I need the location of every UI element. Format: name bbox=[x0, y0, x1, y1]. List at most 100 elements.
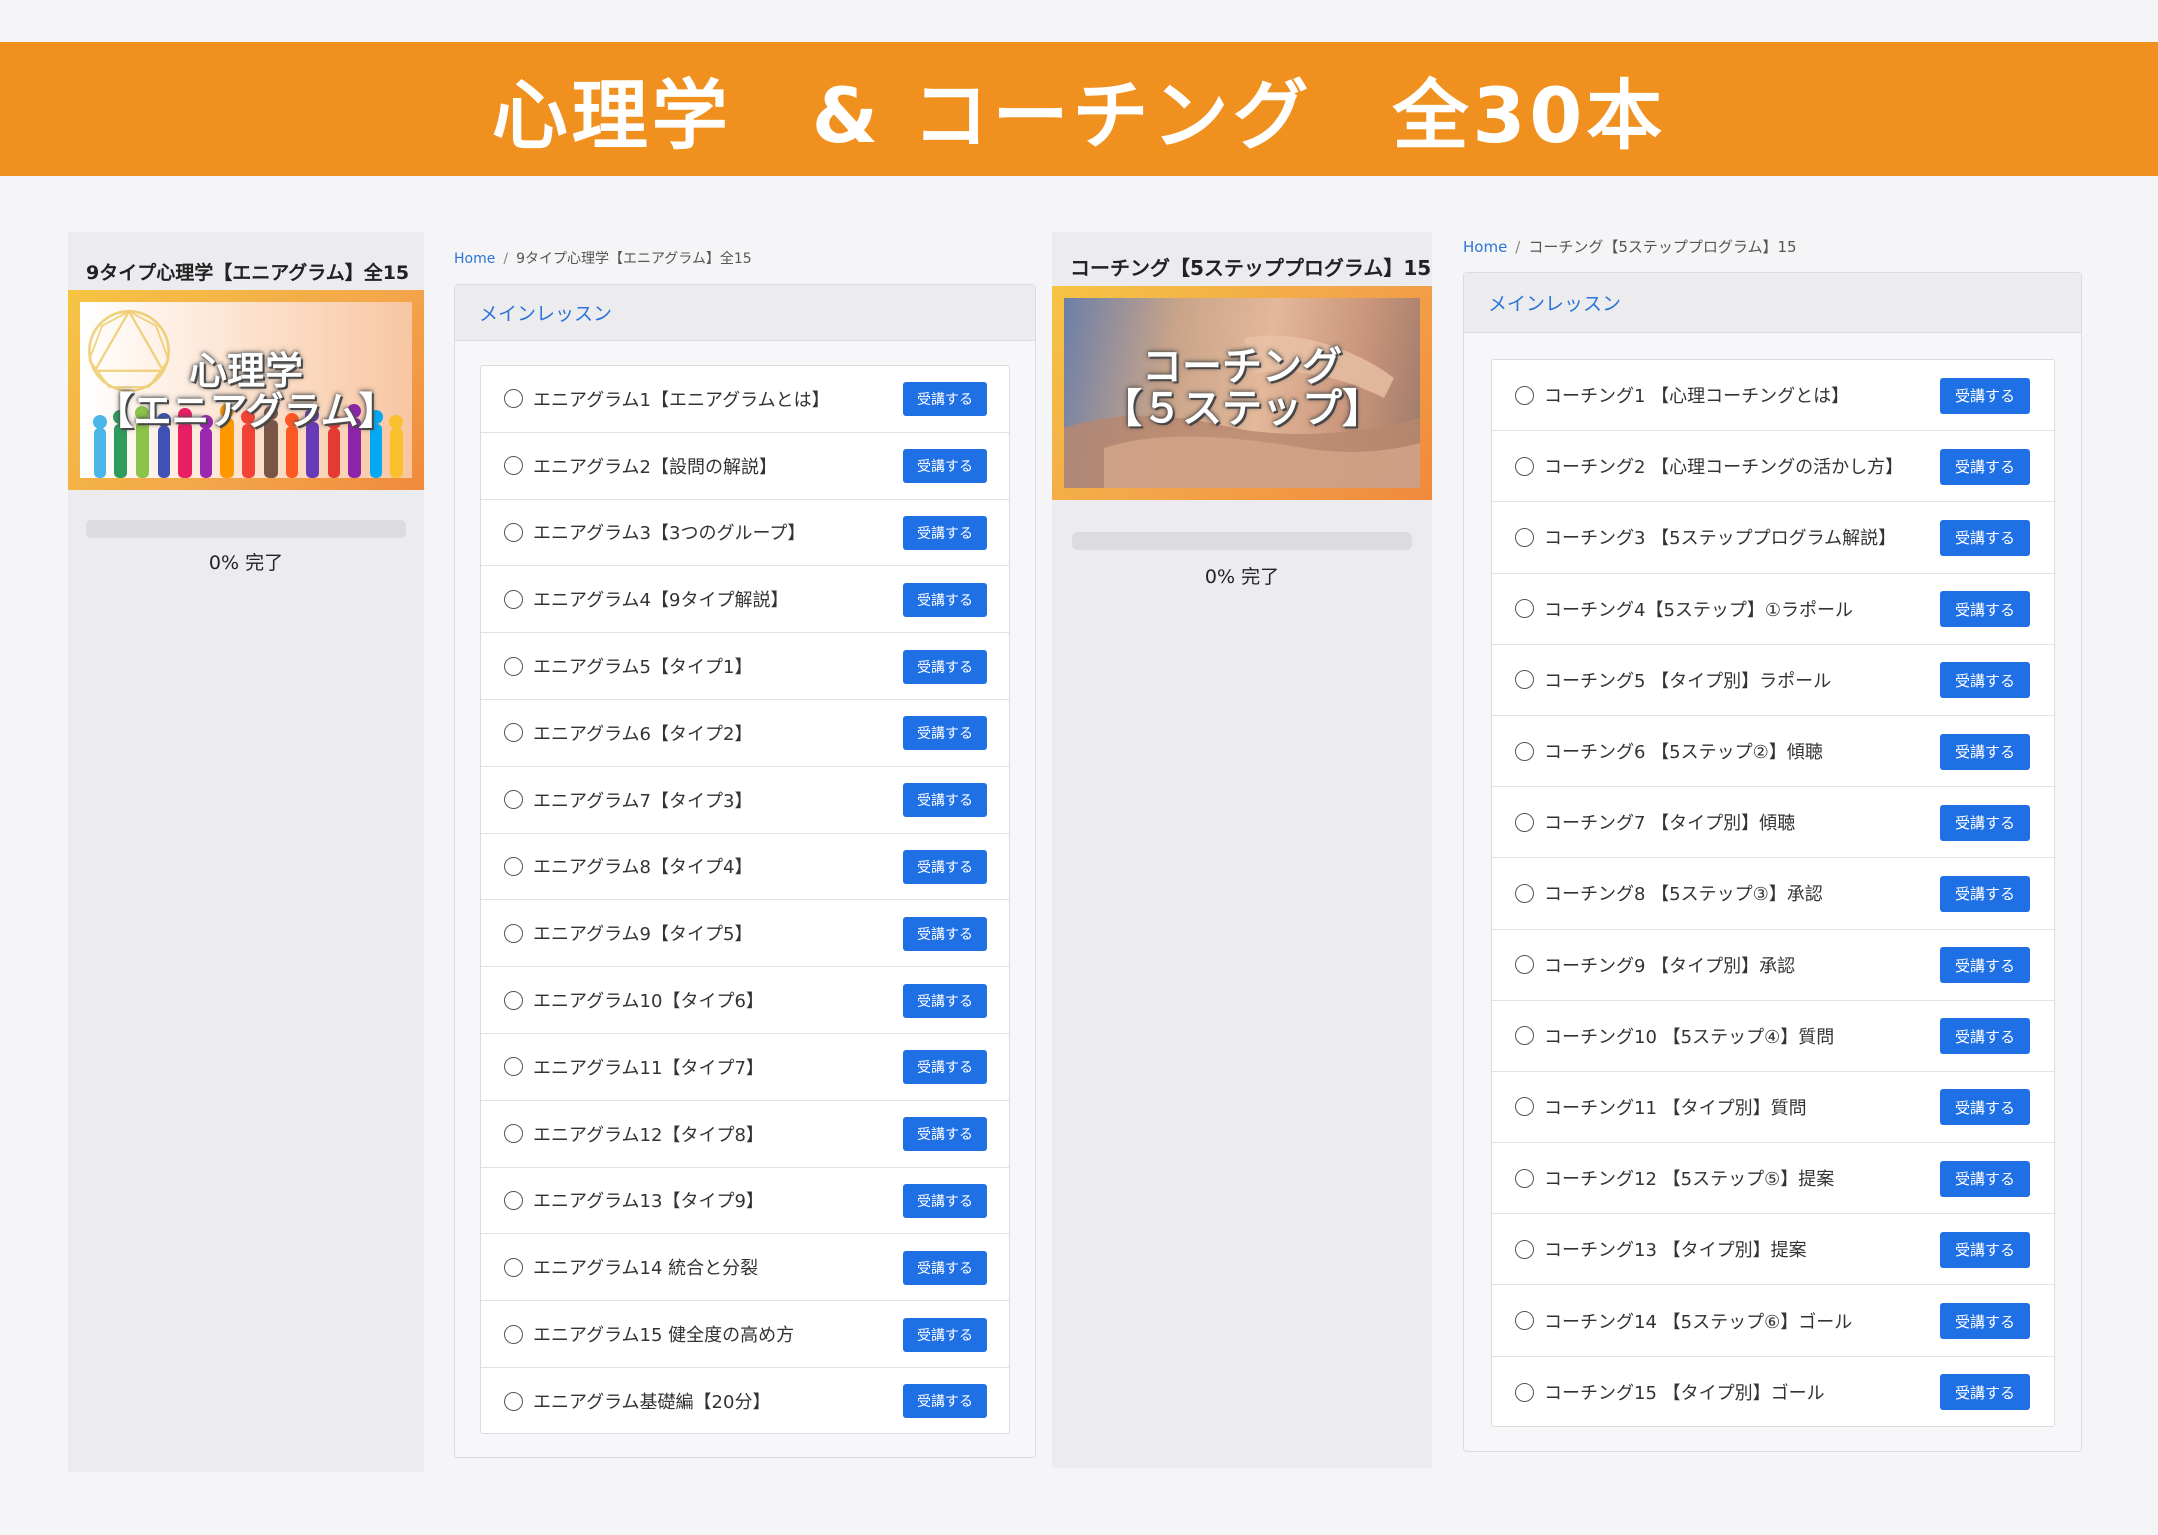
breadcrumb-home-link[interactable]: Home bbox=[1463, 238, 1507, 256]
lesson-row[interactable]: コーチング10 【5ステップ④】質問 受講する bbox=[1492, 1001, 2054, 1072]
course-thumbnail[interactable]: コーチング 【５ステップ】 bbox=[1052, 286, 1432, 500]
lesson-panel: メインレッスン コーチング1 【心理コーチングとは】 受講する コーチング2 【心理… bbox=[1463, 272, 2082, 1452]
section-header: メインレッスン bbox=[455, 285, 1035, 341]
radio-circle-icon bbox=[504, 856, 523, 876]
lesson-list: エニアグラム1【エニアグラムとは】 受講する エニアグラム2【設問の解説】 受講するエ… bbox=[480, 365, 1010, 1434]
radio-circle-icon bbox=[504, 589, 523, 609]
take-lesson-button[interactable]: 受講する bbox=[1940, 1231, 2030, 1268]
radio-circle-icon bbox=[1515, 1239, 1534, 1259]
lesson-row[interactable]: エニアグラム9【タイプ5】 受講する bbox=[481, 900, 1009, 968]
take-lesson-button[interactable]: 受講する bbox=[903, 649, 987, 684]
take-lesson-button[interactable]: 受講する bbox=[1940, 875, 2030, 912]
lesson-row[interactable]: コーチング2 【心理コーチングの活かし方】 受講する bbox=[1492, 431, 2054, 503]
take-lesson-button[interactable]: 受講する bbox=[1940, 377, 2030, 414]
lesson-row[interactable]: エニアグラム12【タイプ8】 受講する bbox=[481, 1101, 1009, 1168]
lesson-row[interactable]: エニアグラム8【タイプ4】 受講する bbox=[481, 834, 1009, 901]
lesson-row[interactable]: エニアグラム11【タイプ7】 受講する bbox=[481, 1034, 1009, 1101]
radio-circle-icon bbox=[504, 723, 523, 743]
take-lesson-button[interactable]: 受講する bbox=[1940, 1303, 2030, 1340]
take-lesson-button[interactable]: 受講する bbox=[1940, 1160, 2030, 1197]
take-lesson-button[interactable]: 受講する bbox=[903, 582, 987, 617]
lesson-row[interactable]: コーチング11 【タイプ別】質問 受講する bbox=[1492, 1072, 2054, 1144]
banner-title: 心理学 & コーチング 全30本 bbox=[491, 71, 1667, 160]
thumbnail-caption: コーチング 【５ステップ】 bbox=[1102, 344, 1382, 432]
radio-circle-icon bbox=[1515, 670, 1534, 690]
lesson-row[interactable]: コーチング1 【心理コーチングとは】 受講する bbox=[1492, 360, 2054, 432]
lesson-row[interactable]: エニアグラム基礎編【20分】 受講する bbox=[481, 1368, 1009, 1435]
lesson-row[interactable]: エニアグラム2【設問の解説】 受講する bbox=[481, 433, 1009, 500]
radio-circle-icon bbox=[1515, 741, 1534, 761]
lesson-row[interactable]: エニアグラム1【エニアグラムとは】 受講する bbox=[481, 366, 1009, 433]
radio-circle-icon bbox=[1515, 883, 1534, 903]
take-lesson-button[interactable]: 受講する bbox=[903, 382, 987, 417]
lesson-row[interactable]: コーチング5 【タイプ別】ラポール 受講する bbox=[1492, 645, 2054, 716]
take-lesson-button[interactable]: 受講する bbox=[903, 849, 987, 884]
lesson-row[interactable]: エニアグラム15 健全度の高め方 受講する bbox=[481, 1301, 1009, 1368]
thumbnail-image: 心理学 【エニアグラム】 bbox=[80, 302, 412, 478]
radio-circle-icon bbox=[504, 1124, 523, 1144]
lesson-row[interactable]: コーチング15 【タイプ別】ゴール 受講する bbox=[1492, 1357, 2054, 1428]
lesson-row[interactable]: コーチング14 【5ステップ⑥】ゴール 受講する bbox=[1492, 1285, 2054, 1357]
course-sidebar-title: コーチング【5ステッププログラム】15 bbox=[1070, 256, 1432, 280]
section-title: メインレッスン bbox=[479, 303, 613, 325]
take-lesson-button[interactable]: 受講する bbox=[1940, 1374, 2030, 1411]
lesson-row[interactable]: エニアグラム6【タイプ2】 受講する bbox=[481, 700, 1009, 767]
breadcrumb-home-link[interactable]: Home bbox=[454, 251, 495, 267]
course-progress-bar bbox=[1072, 532, 1412, 550]
lesson-panel: メインレッスン エニアグラム1【エニアグラムとは】 受講する エニアグラム2【設問の… bbox=[454, 284, 1036, 1458]
lesson-row[interactable]: エニアグラム4【9タイプ解説】 受講する bbox=[481, 566, 1009, 634]
take-lesson-button[interactable]: 受講する bbox=[903, 1250, 987, 1285]
take-lesson-button[interactable]: 受講する bbox=[1940, 1018, 2030, 1055]
radio-circle-icon bbox=[504, 923, 523, 943]
take-lesson-button[interactable]: 受講する bbox=[903, 783, 987, 818]
take-lesson-button[interactable]: 受講する bbox=[903, 515, 987, 550]
take-lesson-button[interactable]: 受講する bbox=[1940, 662, 2030, 699]
lesson-row[interactable]: コーチング12 【5ステップ⑤】提案 受講する bbox=[1492, 1143, 2054, 1215]
section-header: メインレッスン bbox=[1464, 273, 2081, 333]
radio-circle-icon bbox=[504, 1190, 523, 1210]
radio-circle-icon bbox=[504, 990, 523, 1010]
lesson-row[interactable]: エニアグラム3【3つのグループ】 受講する bbox=[481, 500, 1009, 567]
course-thumbnail[interactable]: 心理学 【エニアグラム】 bbox=[68, 290, 424, 490]
take-lesson-button[interactable]: 受講する bbox=[1940, 804, 2030, 841]
radio-circle-icon bbox=[504, 456, 523, 476]
breadcrumb-current: コーチング【5ステッププログラム】15 bbox=[1528, 238, 1797, 256]
take-lesson-button[interactable]: 受講する bbox=[903, 1384, 987, 1419]
take-lesson-button[interactable]: 受講する bbox=[1940, 591, 2030, 628]
radio-circle-icon bbox=[504, 1057, 523, 1077]
take-lesson-button[interactable]: 受講する bbox=[1940, 519, 2030, 556]
lesson-row[interactable]: コーチング9 【タイプ別】承認 受講する bbox=[1492, 930, 2054, 1001]
take-lesson-button[interactable]: 受講する bbox=[1940, 1089, 2030, 1126]
take-lesson-button[interactable]: 受講する bbox=[1940, 947, 2030, 984]
take-lesson-button[interactable]: 受講する bbox=[903, 983, 987, 1018]
lesson-row[interactable]: コーチング3 【5ステッププログラム解説】 受講する bbox=[1492, 502, 2054, 574]
lesson-row[interactable]: コーチング6 【5ステップ②】傾聴 受講する bbox=[1492, 716, 2054, 788]
radio-circle-icon bbox=[504, 1324, 523, 1344]
lesson-row[interactable]: コーチング4【5ステップ】①ラポール 受講する bbox=[1492, 574, 2054, 645]
take-lesson-button[interactable]: 受講する bbox=[903, 449, 987, 484]
breadcrumb-separator: / bbox=[503, 251, 509, 267]
take-lesson-button[interactable]: 受講する bbox=[903, 1183, 987, 1218]
take-lesson-button[interactable]: 受講する bbox=[903, 916, 987, 951]
radio-circle-icon bbox=[1515, 1311, 1534, 1331]
lesson-row[interactable]: エニアグラム7【タイプ3】 受講する bbox=[481, 767, 1009, 834]
lesson-row[interactable]: エニアグラム5【タイプ1】 受講する bbox=[481, 633, 1009, 700]
lesson-row[interactable]: コーチング13 【タイプ別】提案 受講する bbox=[1492, 1214, 2054, 1286]
lesson-row[interactable]: エニアグラム10【タイプ6】 受講する bbox=[481, 967, 1009, 1034]
take-lesson-button[interactable]: 受講する bbox=[903, 716, 987, 751]
take-lesson-button[interactable]: 受講する bbox=[903, 1317, 987, 1352]
take-lesson-button[interactable]: 受講する bbox=[1940, 448, 2030, 485]
radio-circle-icon bbox=[504, 656, 523, 676]
radio-circle-icon bbox=[1515, 599, 1534, 619]
lesson-row[interactable]: エニアグラム13【タイプ9】 受講する bbox=[481, 1168, 1009, 1235]
take-lesson-button[interactable]: 受講する bbox=[903, 1117, 987, 1152]
take-lesson-button[interactable]: 受講する bbox=[1940, 733, 2030, 770]
lesson-row[interactable]: コーチング8 【5ステップ③】承認 受講する bbox=[1492, 858, 2054, 930]
take-lesson-button[interactable]: 受講する bbox=[903, 1050, 987, 1085]
lesson-row[interactable]: エニアグラム14 統合と分裂 受講する bbox=[481, 1234, 1009, 1302]
lesson-row[interactable]: コーチング7 【タイプ別】傾聴 受講する bbox=[1492, 787, 2054, 859]
section-title: メインレッスン bbox=[1488, 293, 1622, 315]
radio-circle-icon bbox=[1515, 1382, 1534, 1402]
radio-circle-icon bbox=[1515, 385, 1534, 405]
radio-circle-icon bbox=[1515, 812, 1534, 832]
